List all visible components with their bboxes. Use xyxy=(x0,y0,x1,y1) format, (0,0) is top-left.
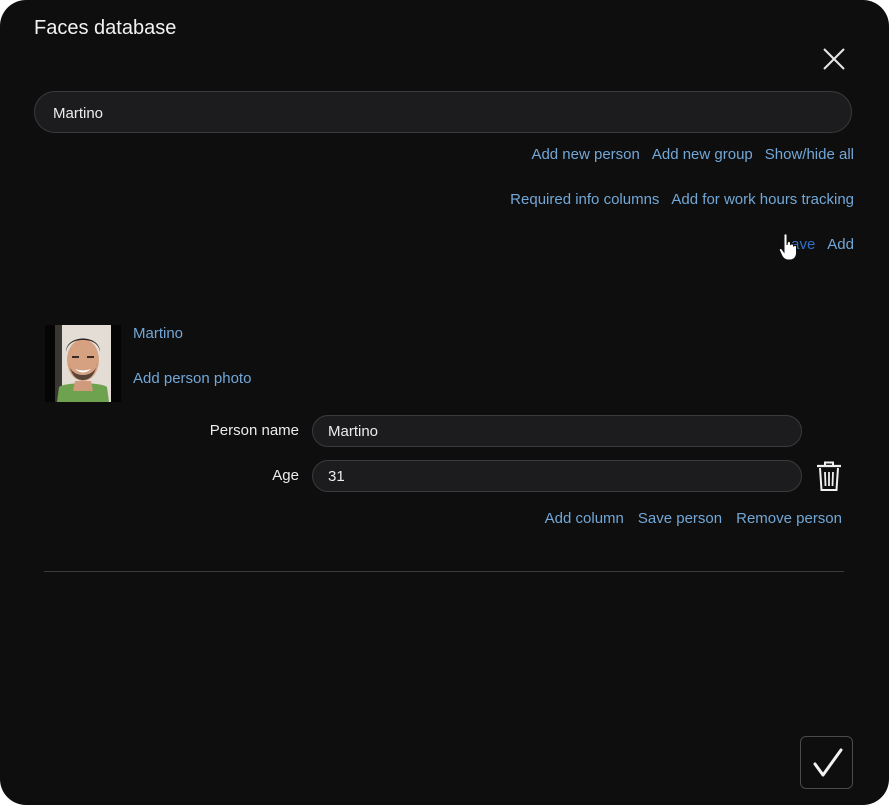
add-new-person-link[interactable]: Add new person xyxy=(531,146,639,163)
age-label: Age xyxy=(272,467,299,484)
section-divider xyxy=(44,571,844,572)
required-info-columns-link[interactable]: Required info columns xyxy=(510,191,659,208)
toolbar-row-2: Required info columns Add for work hours… xyxy=(510,191,854,208)
show-hide-all-link[interactable]: Show/hide all xyxy=(765,146,854,163)
faces-database-dialog: Faces database Add new person Add new gr… xyxy=(0,0,889,805)
add-link[interactable]: Add xyxy=(827,236,854,253)
person-face-image xyxy=(45,325,121,402)
save-person-link[interactable]: Save person xyxy=(638,510,722,527)
close-button[interactable] xyxy=(820,45,848,73)
checkmark-icon xyxy=(813,748,843,777)
confirm-button[interactable] xyxy=(800,736,853,789)
search-input[interactable] xyxy=(51,92,835,134)
age-field[interactable] xyxy=(312,460,802,492)
person-name-link[interactable]: Martino xyxy=(133,325,183,342)
trash-icon xyxy=(817,461,841,491)
dialog-title: Faces database xyxy=(34,17,177,39)
add-person-photo-link[interactable]: Add person photo xyxy=(133,370,251,387)
toolbar-row-3: ave Add xyxy=(791,236,854,253)
add-work-hours-tracking-link[interactable]: Add for work hours tracking xyxy=(671,191,854,208)
add-column-link[interactable]: Add column xyxy=(545,510,624,527)
person-name-label: Person name xyxy=(209,422,299,439)
search-box xyxy=(34,91,852,134)
person-actions: Add column Save person Remove person xyxy=(545,510,842,527)
add-new-group-link[interactable]: Add new group xyxy=(652,146,753,163)
person-name-field[interactable] xyxy=(312,415,802,447)
remove-person-link[interactable]: Remove person xyxy=(736,510,842,527)
close-icon xyxy=(823,48,845,70)
person-photo xyxy=(45,325,121,402)
delete-field-button[interactable] xyxy=(815,460,843,492)
save-link[interactable]: ave xyxy=(791,236,815,253)
toolbar-row-1: Add new person Add new group Show/hide a… xyxy=(531,146,854,163)
